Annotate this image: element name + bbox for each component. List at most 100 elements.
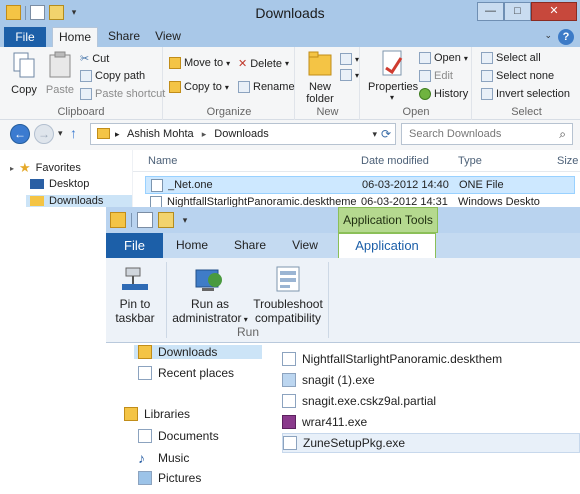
copy-to-button[interactable]: Copy to ▾	[169, 81, 229, 93]
snagit-exe-icon	[282, 373, 296, 387]
downloads-folder-icon	[30, 196, 44, 206]
search-icon[interactable]: ⌕	[559, 124, 566, 144]
title-bar: ▾ Downloads — □ ✕	[0, 0, 580, 27]
paste-shortcut-icon	[80, 88, 92, 100]
address-bar[interactable]: ▸ Ashish Mohta ▸ Downloads ▾ ⟳	[90, 123, 396, 145]
customize-dropdown-icon[interactable]: ▾	[179, 215, 191, 226]
file-row[interactable]: ZuneSetupPkg.exe	[282, 433, 580, 453]
edit-button[interactable]: Edit	[419, 70, 453, 82]
new-folder-icon[interactable]	[158, 212, 174, 228]
pin-label-1: Pin to	[119, 297, 151, 311]
nav-pictures[interactable]: Pictures	[138, 471, 201, 485]
properties-label: Properties	[368, 81, 419, 93]
select-all-icon	[481, 52, 493, 64]
troubleshoot-compatibility-button[interactable]: Troubleshoot compatibility	[248, 264, 328, 325]
column-date-modified[interactable]: Date modified	[361, 155, 429, 167]
file-row[interactable]: NightfallStarlightPanoramic.deskthem	[282, 349, 580, 369]
file-row[interactable]: snagit (1).exe	[282, 370, 580, 390]
delete-label: Delete	[250, 57, 283, 70]
easy-access-button[interactable]: ▾	[340, 69, 359, 81]
nav-libraries[interactable]: Libraries	[124, 407, 190, 421]
nav-recent-places[interactable]: Recent places	[138, 366, 234, 380]
file-row[interactable]: _Net.one 06-03-2012 14:40 ONE File	[145, 176, 575, 194]
application-tools-context-tab: Application Tools	[338, 207, 438, 233]
back-button[interactable]: ←	[10, 124, 30, 144]
tab-file[interactable]: File	[106, 233, 163, 258]
cut-button[interactable]: ✂ Cut	[80, 52, 109, 66]
nav-favorites[interactable]: ▸ ★ Favorites	[10, 160, 81, 176]
zoomed-application-ribbon: ▾ Application Tools File Home Share View…	[106, 207, 580, 494]
nav-downloads[interactable]: Downloads	[26, 195, 132, 207]
tab-view[interactable]: View	[148, 27, 188, 47]
select-all-label: Select all	[496, 52, 541, 64]
select-all-button[interactable]: Select all	[481, 52, 541, 64]
move-to-button[interactable]: Move to ▾	[169, 57, 230, 69]
copy-path-icon	[80, 70, 92, 82]
forward-button[interactable]: →	[34, 124, 54, 144]
open-button[interactable]: Open ▾	[419, 52, 468, 64]
up-arrow-icon[interactable]: ↑	[70, 125, 77, 141]
zune-exe-icon	[283, 436, 297, 450]
history-button[interactable]: History	[419, 88, 468, 100]
tab-view[interactable]: View	[282, 233, 328, 258]
chevron-down-icon: ▾	[226, 58, 231, 68]
nav-documents[interactable]: Documents	[138, 429, 219, 443]
rename-button[interactable]: Rename	[238, 81, 295, 93]
paste-button[interactable]: Paste	[42, 51, 78, 96]
ribbon-tabs: File Home Share View ⌄ ?	[0, 27, 580, 47]
group-label-organize: Organize	[206, 106, 252, 118]
invert-selection-button[interactable]: Invert selection	[481, 88, 570, 100]
refresh-icon[interactable]: ⟳	[381, 124, 391, 144]
nav-music-label: Music	[158, 451, 190, 465]
column-size[interactable]: Size	[557, 155, 578, 167]
address-part-downloads[interactable]: Downloads	[214, 128, 268, 140]
nav-music[interactable]: ♪ Music	[138, 450, 189, 466]
file-name: ZuneSetupPkg.exe	[303, 436, 406, 450]
properties-button[interactable]: Properties ▾	[368, 50, 419, 102]
search-box[interactable]: Search Downloads ⌕	[401, 123, 573, 145]
column-type[interactable]: Type	[458, 155, 482, 167]
copy-button[interactable]: Copy	[6, 51, 42, 96]
file-row[interactable]: wrar411.exe	[282, 412, 580, 432]
tab-share[interactable]: Share	[102, 27, 146, 47]
delete-button[interactable]: ✕ Delete ▾	[238, 57, 289, 71]
column-name[interactable]: Name	[148, 155, 177, 167]
new-item-button[interactable]: ▾	[340, 53, 359, 65]
help-icon[interactable]: ?	[558, 29, 574, 45]
recent-locations-dropdown-icon[interactable]: ▾	[58, 128, 63, 139]
pin-to-taskbar-button[interactable]: Pin to taskbar	[110, 264, 160, 325]
nav-libraries-label: Libraries	[144, 407, 191, 421]
chevron-down-icon: ▾	[224, 82, 229, 92]
new-folder-button[interactable]: New folder	[302, 50, 338, 105]
explorer-window: ▾ Downloads — □ ✕ File Home Share View ⌄…	[0, 0, 580, 210]
group-label-run: Run	[236, 325, 259, 339]
nav-desktop[interactable]: Desktop	[30, 178, 89, 190]
zoom-title-bar: ▾ Application Tools	[106, 207, 580, 233]
select-none-button[interactable]: Select none	[481, 70, 554, 82]
copy-path-button[interactable]: Copy path	[80, 70, 145, 82]
close-button[interactable]: ✕	[531, 2, 577, 21]
address-separator: ▸	[201, 129, 207, 139]
tab-application[interactable]: Application	[338, 233, 436, 258]
tab-file[interactable]: File	[4, 27, 46, 47]
run-as-administrator-button[interactable]: Run as administrator ▾	[170, 264, 250, 327]
scissors-icon: ✂	[80, 53, 90, 65]
collapse-ribbon-icon[interactable]: ⌄	[544, 30, 552, 41]
tab-home[interactable]: Home	[168, 233, 216, 258]
maximize-button[interactable]: □	[504, 2, 531, 21]
address-part-user[interactable]: Ashish Mohta	[127, 128, 194, 140]
downloads-folder-icon	[138, 345, 152, 359]
minimize-button[interactable]: —	[477, 2, 504, 21]
nav-downloads[interactable]: Downloads	[134, 345, 262, 359]
address-dropdown-icon[interactable]: ▾	[372, 124, 377, 144]
file-row[interactable]: snagit.exe.cskz9al.partial	[282, 391, 580, 411]
group-label-open: Open	[402, 106, 430, 118]
tab-share[interactable]: Share	[226, 233, 274, 258]
zoom-file-view: Downloads Recent places Libraries Docume…	[106, 343, 580, 494]
nav-documents-label: Documents	[158, 429, 219, 443]
onenote-file-icon	[151, 179, 163, 192]
properties-icon[interactable]	[137, 212, 153, 228]
tab-home[interactable]: Home	[52, 27, 98, 47]
paste-shortcut-button[interactable]: Paste shortcut	[80, 88, 165, 100]
file-name: wrar411.exe	[302, 415, 368, 429]
